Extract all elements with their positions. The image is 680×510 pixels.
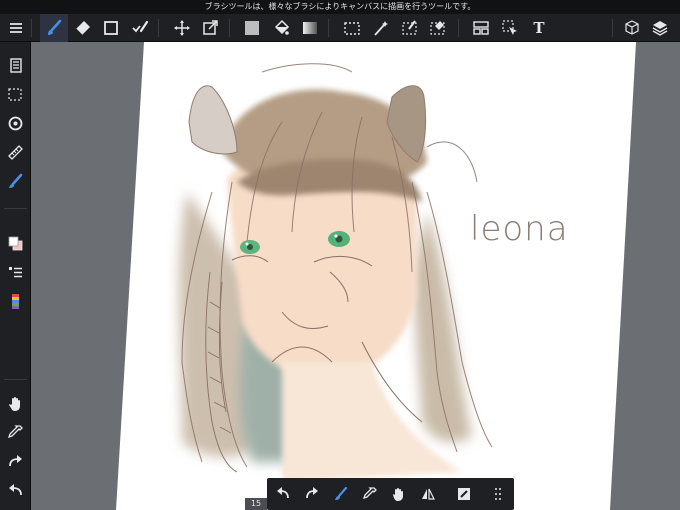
undo-icon	[277, 487, 289, 499]
fill-color-button[interactable]	[238, 14, 266, 42]
color-icon	[8, 236, 23, 250]
rotate-icon	[8, 116, 23, 130]
hand-tool-button[interactable]	[2, 390, 29, 416]
selection-icon	[8, 87, 22, 101]
redo-button[interactable]	[2, 448, 29, 474]
magic-wand-icon	[374, 21, 388, 36]
rectangle-icon	[104, 21, 118, 35]
hand-icon	[9, 396, 20, 411]
menu-icon	[10, 23, 22, 33]
color-button[interactable]	[2, 230, 29, 256]
text-icon: T	[533, 19, 545, 37]
redo-icon	[9, 454, 22, 466]
bucket-tool-button[interactable]	[267, 14, 295, 42]
layers-icon	[652, 21, 668, 36]
brush-select-icon	[132, 20, 149, 33]
pen-button[interactable]	[2, 168, 29, 194]
layers-button[interactable]	[646, 14, 674, 42]
ruler-icon	[8, 144, 23, 160]
eyedropper-icon	[362, 487, 377, 500]
selection-button[interactable]	[2, 81, 29, 107]
redo-icon	[306, 487, 318, 499]
select-pen-button[interactable]	[396, 14, 424, 42]
quick-eyedropper-button[interactable]	[356, 480, 384, 508]
quick-flip-button[interactable]	[414, 480, 442, 508]
select-eraser-button[interactable]	[424, 14, 452, 42]
move-tool-button[interactable]	[168, 14, 196, 42]
eyedropper-button[interactable]	[2, 419, 29, 445]
brush-icon	[48, 19, 62, 35]
operation-icon	[502, 20, 517, 35]
quick-undo-button[interactable]	[269, 480, 297, 508]
quick-redo-button[interactable]	[298, 480, 326, 508]
transform-tool-button[interactable]	[196, 14, 224, 42]
palette-icon	[12, 293, 19, 309]
layer-list-icon	[9, 266, 22, 277]
drawing-canvas[interactable]: leona	[32, 42, 680, 510]
layer-list-button[interactable]	[2, 259, 29, 285]
3d-material-button[interactable]	[618, 14, 646, 42]
select-rect-button[interactable]	[338, 14, 366, 42]
gradient-icon	[303, 22, 317, 34]
palette-button[interactable]	[2, 288, 29, 314]
brush-icon	[335, 486, 348, 500]
edit-icon	[458, 488, 470, 500]
pages-button[interactable]	[2, 52, 29, 78]
undo-icon	[9, 483, 22, 495]
select-eraser-icon	[430, 21, 445, 35]
quick-access-toolbar	[267, 478, 514, 510]
quick-more-button[interactable]	[484, 480, 512, 508]
quick-hand-button[interactable]	[385, 480, 413, 508]
menu-button[interactable]	[2, 14, 30, 42]
frame-icon	[473, 21, 489, 35]
select-pen-icon	[402, 20, 417, 35]
magic-wand-button[interactable]	[367, 14, 395, 42]
select-rect-icon	[344, 22, 360, 35]
app-window: ブラシツールは、様々なブラシによりキャンバスに描画を行うツールです。 T leo…	[0, 0, 680, 510]
transform-icon	[203, 20, 218, 35]
pages-icon	[10, 57, 22, 73]
eraser-tool-button[interactable]	[69, 14, 97, 42]
undo-button[interactable]	[2, 477, 29, 503]
pen-icon	[9, 173, 23, 188]
artwork-signature: leona	[470, 209, 569, 249]
3d-icon	[625, 20, 639, 35]
text-tool-button[interactable]: T	[525, 14, 553, 42]
grid-icon	[495, 488, 501, 500]
fill-swatch-icon	[245, 21, 259, 35]
move-icon	[174, 20, 190, 36]
frame-tool-button[interactable]	[467, 14, 495, 42]
quick-edit-button[interactable]	[450, 480, 478, 508]
gradient-tool-button[interactable]	[296, 14, 324, 42]
status-message: ブラシツールは、様々なブラシによりキャンバスに描画を行うツールです。	[0, 0, 680, 14]
flip-icon	[422, 488, 435, 500]
hand-icon	[393, 488, 403, 501]
shape-tool-button[interactable]	[97, 14, 125, 42]
zoom-indicator: 15	[245, 498, 267, 510]
ruler-button[interactable]	[2, 139, 29, 165]
eraser-icon	[75, 21, 90, 36]
brush-select-button[interactable]	[126, 14, 154, 42]
quick-brush-button[interactable]	[327, 480, 355, 508]
operation-tool-button[interactable]	[496, 14, 524, 42]
canvas-area[interactable]: leona	[32, 42, 680, 510]
eyedropper-icon	[7, 424, 23, 438]
bucket-icon	[274, 19, 290, 35]
rotate-button[interactable]	[2, 110, 29, 136]
left-sidebar	[0, 42, 31, 510]
brush-tool-button[interactable]	[40, 14, 68, 42]
top-toolbar: T	[0, 14, 680, 42]
